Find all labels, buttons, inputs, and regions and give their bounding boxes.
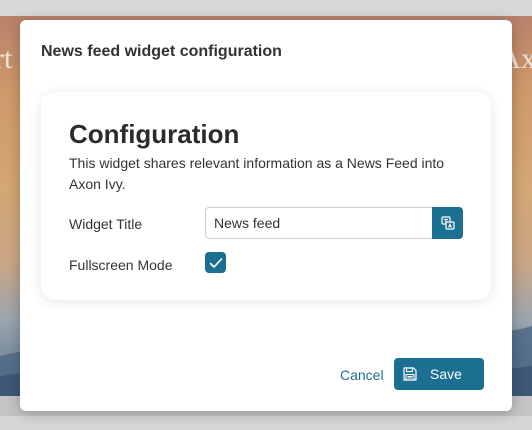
translate-icon [440,216,455,230]
translate-button[interactable] [432,207,463,239]
checkmark-icon [209,257,222,268]
fullscreen-mode-checkbox[interactable] [205,252,226,273]
widget-title-field-group [205,207,463,239]
widget-configuration-dialog: News feed widget configuration Configura… [20,20,512,411]
save-button-label: Save [430,366,462,382]
background-bottom-strip [0,416,532,430]
widget-title-input[interactable] [205,207,433,239]
background-left-text: rt [0,42,13,75]
dialog-title: News feed widget configuration [41,43,282,60]
save-button[interactable]: Save [394,358,484,390]
configuration-card: Configuration This widget shares relevan… [41,92,491,300]
fullscreen-mode-label: Fullscreen Mode [69,257,173,273]
configuration-heading: Configuration [69,119,240,149]
cancel-button[interactable]: Cancel [340,367,384,383]
configuration-description: This widget shares relevant information … [69,155,445,192]
floppy-disk-icon [403,367,417,381]
widget-title-label: Widget Title [69,216,143,232]
background-top-bar [0,0,532,16]
